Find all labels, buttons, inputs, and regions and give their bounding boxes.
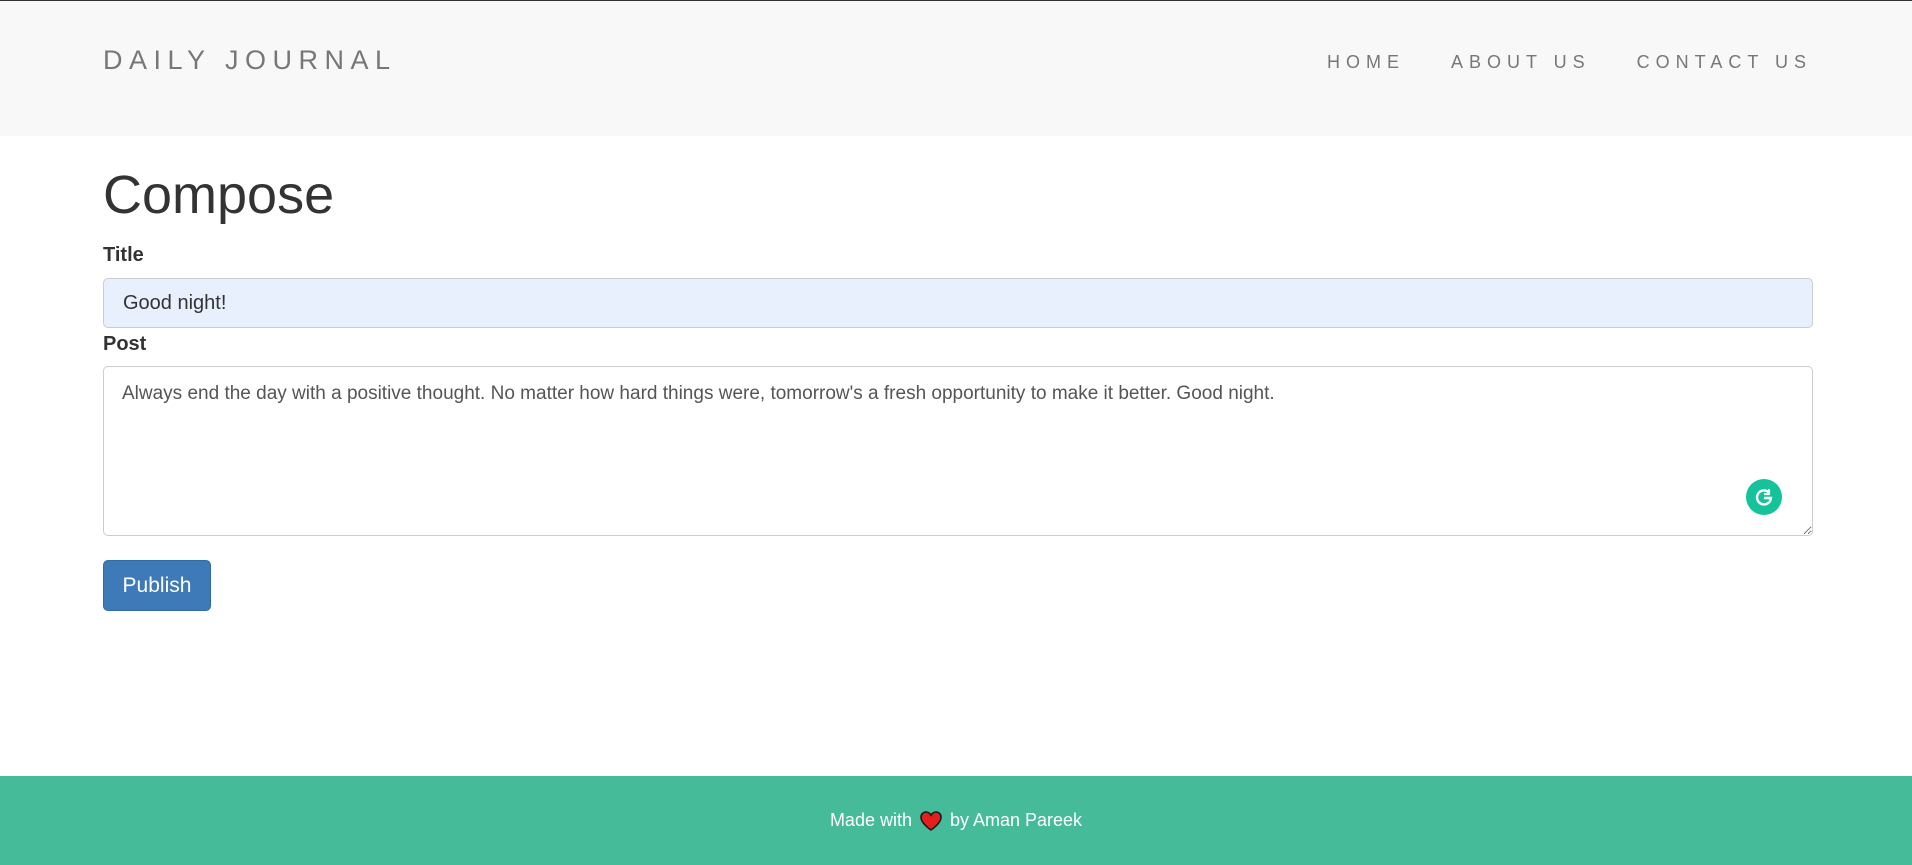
post-label: Post xyxy=(103,333,147,355)
navbar: DAILY JOURNAL HOME ABOUT US CONTACT US xyxy=(0,0,1912,136)
page-title: Compose xyxy=(103,165,335,225)
heart-icon xyxy=(920,810,942,831)
footer: Made with by Aman Pareek xyxy=(0,776,1912,865)
post-textarea[interactable]: Always end the day with a positive thoug… xyxy=(103,366,1813,536)
grammarly-g-icon xyxy=(1755,488,1773,506)
title-input[interactable] xyxy=(103,278,1813,328)
nav-menu: HOME ABOUT US CONTACT US xyxy=(1327,52,1812,73)
nav-link-home[interactable]: HOME xyxy=(1327,52,1405,73)
nav-link-contact-us[interactable]: CONTACT US xyxy=(1637,52,1812,73)
publish-button[interactable]: Publish xyxy=(103,560,211,611)
nav-link-about-us[interactable]: ABOUT US xyxy=(1451,52,1591,73)
grammarly-icon[interactable] xyxy=(1746,479,1782,515)
title-label: Title xyxy=(103,244,144,266)
brand-logo[interactable]: DAILY JOURNAL xyxy=(103,45,397,76)
footer-text-after: by Aman Pareek xyxy=(949,810,1083,830)
footer-text-before: Made with xyxy=(829,810,912,830)
